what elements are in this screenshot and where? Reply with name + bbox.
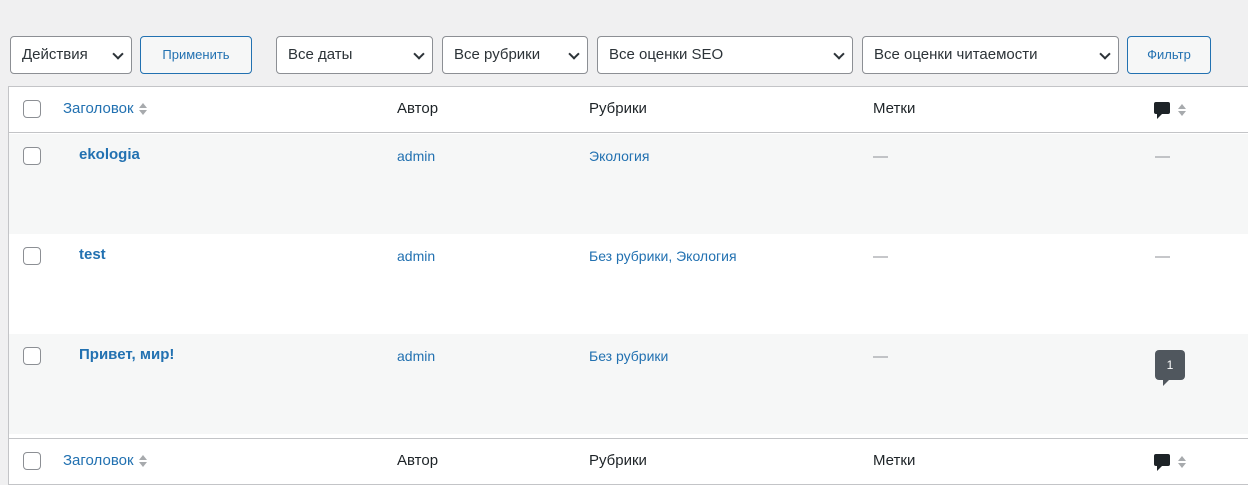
apply-button[interactable]: Применить (140, 36, 252, 74)
category-filter-label: Все рубрики (454, 46, 541, 63)
categories-column-header: Рубрики (589, 452, 647, 469)
table-row: ekologia admin Экология — — (9, 134, 1248, 234)
seo-filter-select[interactable]: Все оценки SEO (597, 36, 853, 74)
post-categories-link[interactable]: Экология (589, 148, 649, 164)
post-tags: — (873, 148, 888, 165)
title-column-label: Заголовок (63, 452, 134, 469)
title-column-header[interactable]: Заголовок (63, 452, 148, 469)
post-comments: — (1155, 248, 1170, 265)
category-filter-select[interactable]: Все рубрики (442, 36, 588, 74)
chevron-down-icon (112, 48, 124, 60)
tags-column-header: Метки (873, 100, 916, 117)
post-title-link[interactable]: test (79, 246, 106, 263)
posts-table: Заголовок Автор Рубрики Метки ekologia a… (8, 86, 1248, 485)
sort-arrows-icon[interactable] (1177, 455, 1187, 469)
row-checkbox[interactable] (23, 147, 41, 165)
bulk-actions-label: Действия (22, 46, 88, 63)
chevron-down-icon (833, 48, 845, 60)
sort-arrows-icon (138, 102, 148, 116)
seo-filter-label: Все оценки SEO (609, 46, 724, 63)
table-row: Привет, мир! admin Без рубрики — 1 (9, 334, 1248, 434)
bulk-actions-select[interactable]: Действия (10, 36, 132, 74)
readability-filter-label: Все оценки читаемости (874, 46, 1038, 63)
filter-button[interactable]: Фильтр (1127, 36, 1211, 74)
tags-column-header: Метки (873, 452, 916, 469)
table-row: test admin Без рубрики, Экология — — (9, 234, 1248, 334)
table-footer: Заголовок Автор Рубрики Метки (9, 438, 1248, 484)
post-author-link[interactable]: admin (397, 348, 435, 364)
table-header: Заголовок Автор Рубрики Метки (9, 87, 1248, 133)
chevron-down-icon (1099, 48, 1111, 60)
row-checkbox[interactable] (23, 347, 41, 365)
post-categories-link[interactable]: Без рубрики, Экология (589, 248, 737, 264)
post-title-link[interactable]: ekologia (79, 146, 140, 163)
post-title-link[interactable]: Привет, мир! (79, 346, 174, 363)
chevron-down-icon (568, 48, 580, 60)
post-tags: — (873, 248, 888, 265)
post-tags: — (873, 348, 888, 365)
author-column-header: Автор (397, 452, 439, 469)
post-author-link[interactable]: admin (397, 248, 435, 264)
post-categories-link[interactable]: Без рубрики (589, 348, 668, 364)
comment-bubble-icon[interactable] (1154, 454, 1170, 471)
categories-column-header: Рубрики (589, 100, 647, 117)
select-all-checkbox[interactable] (23, 452, 41, 470)
chevron-down-icon (413, 48, 425, 60)
comment-bubble-icon[interactable] (1154, 102, 1170, 119)
sort-arrows-icon[interactable] (1177, 103, 1187, 117)
post-comments: — (1155, 148, 1170, 165)
filter-toolbar: Действия Применить Все даты Все рубрики … (0, 0, 1248, 86)
sort-arrows-icon (138, 454, 148, 468)
readability-filter-select[interactable]: Все оценки читаемости (862, 36, 1119, 74)
select-all-checkbox[interactable] (23, 100, 41, 118)
comment-count-badge[interactable]: 1 (1155, 350, 1185, 386)
post-author-link[interactable]: admin (397, 148, 435, 164)
date-filter-label: Все даты (288, 46, 353, 63)
row-checkbox[interactable] (23, 247, 41, 265)
title-column-label: Заголовок (63, 100, 134, 117)
title-column-header[interactable]: Заголовок (63, 100, 148, 117)
author-column-header: Автор (397, 100, 439, 117)
date-filter-select[interactable]: Все даты (276, 36, 433, 74)
